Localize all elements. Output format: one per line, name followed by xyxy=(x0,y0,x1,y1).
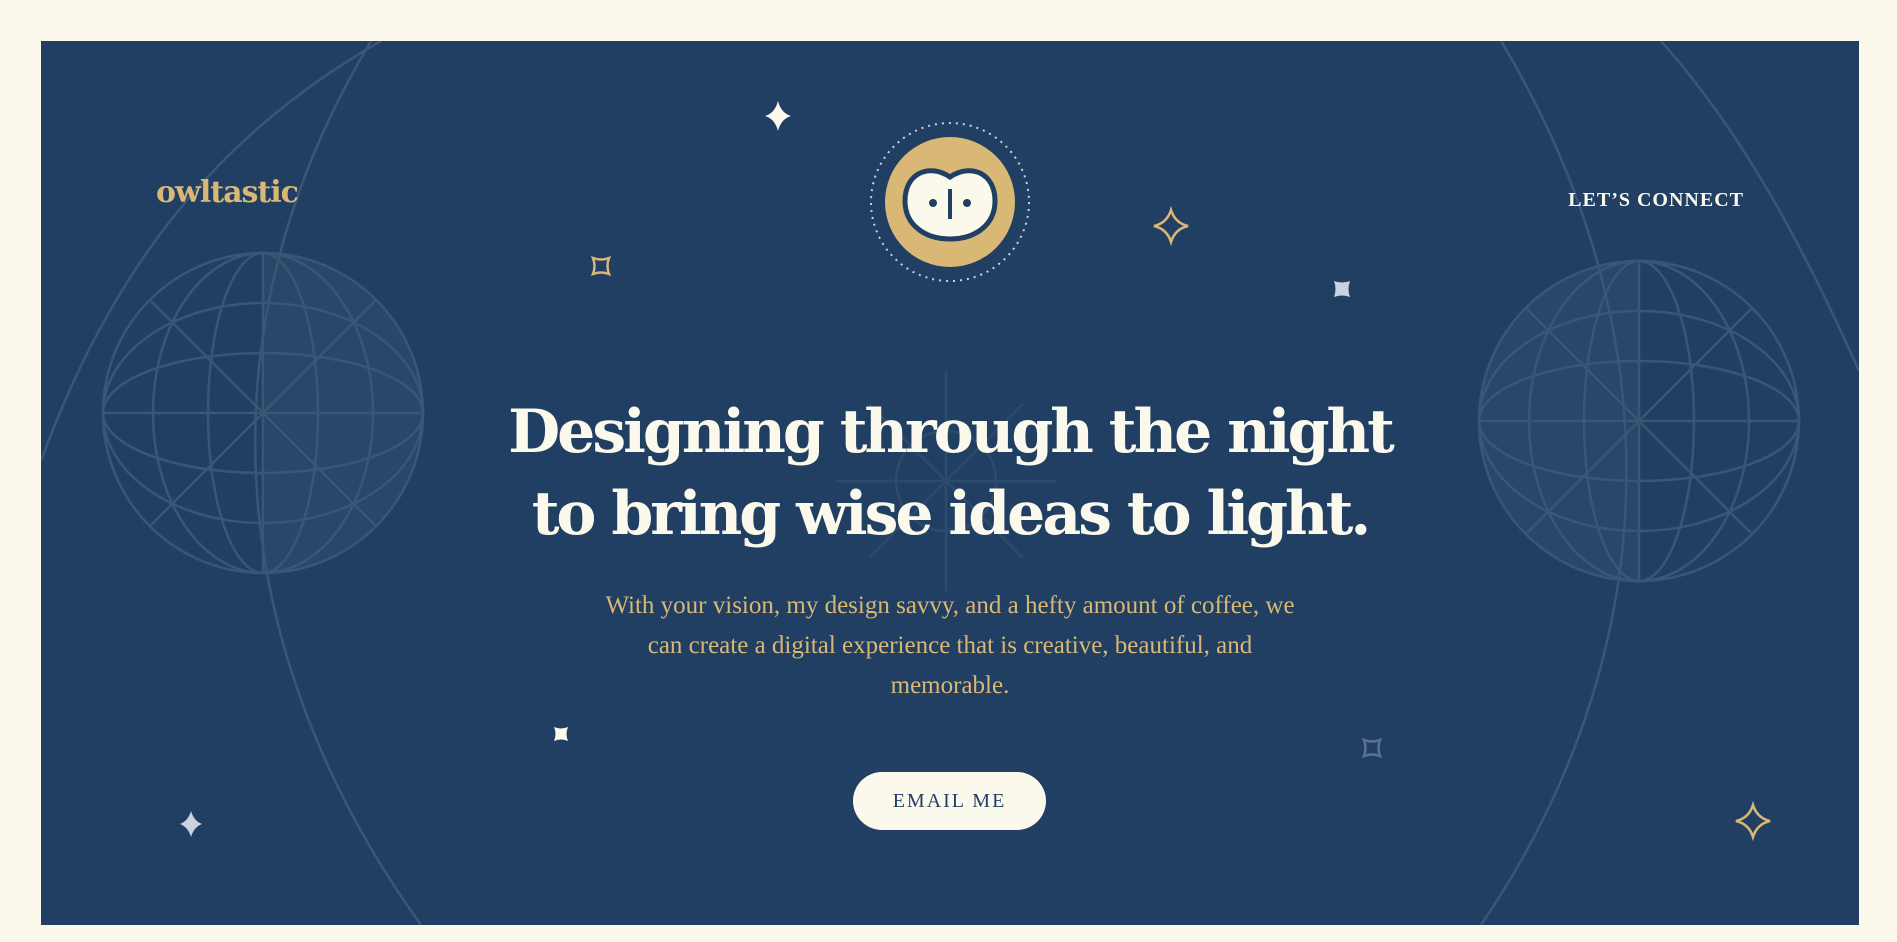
hero-subtext: With your vision, my design savvy, and a… xyxy=(605,592,1295,699)
star-icon xyxy=(1361,737,1383,759)
headline-line-2: to bring wise ideas to light. xyxy=(531,479,1372,549)
star-icon xyxy=(180,811,202,837)
brand-logo[interactable]: owltastic xyxy=(156,175,299,210)
star-icon xyxy=(1334,281,1350,297)
star-icon xyxy=(765,101,791,131)
lets-connect-link[interactable]: LET’S CONNECT xyxy=(1568,189,1744,212)
email-me-button[interactable]: EMAIL ME xyxy=(853,772,1046,830)
star-icon xyxy=(1153,205,1189,247)
owl-face-icon[interactable] xyxy=(869,121,1031,283)
headline-line-1: Designing through the night xyxy=(508,397,1395,467)
star-icon xyxy=(590,255,612,277)
hero-headline: Designing through the night to bring wis… xyxy=(41,391,1859,555)
star-icon xyxy=(554,727,568,741)
hero-section: owltastic LET’S CONNECT Designing throug… xyxy=(41,41,1859,925)
star-icon xyxy=(1735,800,1771,842)
